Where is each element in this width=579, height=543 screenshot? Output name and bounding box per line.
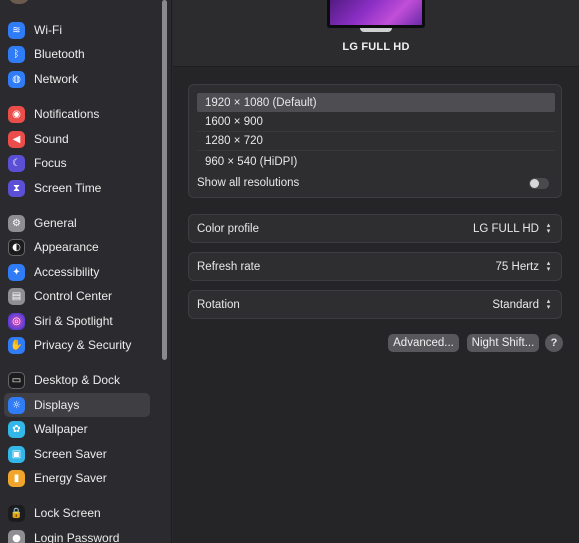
sidebar-item-label: Appearance bbox=[34, 240, 99, 254]
sidebar-item-label: Privacy & Security bbox=[34, 338, 132, 352]
sidebar-item-label: General bbox=[34, 216, 77, 230]
sidebar-item-label: Wallpaper bbox=[34, 422, 88, 436]
refresh-rate-select[interactable]: 75 Hertz ▴ ▾ bbox=[496, 260, 553, 273]
rotation-value: Standard bbox=[492, 298, 539, 311]
rotation-row[interactable]: Rotation Standard ▴ ▾ bbox=[188, 290, 562, 319]
hourglass-icon: ⧗ bbox=[8, 179, 25, 197]
sidebar-item-sound[interactable]: ◀ Sound bbox=[4, 127, 150, 151]
screen-saver-icon: ▣ bbox=[8, 445, 25, 463]
resolution-option[interactable]: 1280 × 720 bbox=[197, 132, 555, 151]
resolution-option[interactable]: 960 × 540 (HiDPI) bbox=[197, 152, 555, 171]
chevron-up-down-icon: ▴ ▾ bbox=[546, 259, 551, 273]
sidebar-item-displays[interactable]: ☼ Displays bbox=[4, 393, 150, 417]
monitor-icon[interactable] bbox=[327, 0, 425, 28]
sidebar-item-label: Accessibility bbox=[34, 265, 100, 279]
display-preview-area: LG FULL HD bbox=[173, 0, 579, 67]
sidebar-item-general[interactable]: ⚙ General bbox=[4, 211, 150, 235]
rotation-select[interactable]: Standard ▴ ▾ bbox=[492, 298, 553, 311]
rotation-label: Rotation bbox=[197, 298, 240, 311]
resolution-option[interactable]: 1920 × 1080 (Default) bbox=[197, 93, 555, 112]
monitor-stand bbox=[360, 28, 392, 32]
appearance-icon: ◐ bbox=[8, 238, 25, 256]
battery-icon: ▮ bbox=[8, 469, 25, 487]
sidebar-item-label: Lock Screen bbox=[34, 506, 101, 520]
sidebar-item-screen-time[interactable]: ⧗ Screen Time bbox=[4, 176, 150, 200]
sidebar-item-label: Network bbox=[34, 72, 79, 86]
color-profile-select[interactable]: LG FULL HD ▴ ▾ bbox=[473, 222, 553, 235]
sidebar-item-lock-screen[interactable]: 🔒 Lock Screen bbox=[4, 501, 150, 525]
moon-icon: ☾ bbox=[8, 154, 25, 172]
sidebar-item-energy-saver[interactable]: ▮ Energy Saver bbox=[4, 466, 150, 490]
siri-icon: ◎ bbox=[8, 312, 25, 330]
sidebar-item-desktop-dock[interactable]: ▭ Desktop & Dock bbox=[4, 368, 150, 392]
advanced-button[interactable]: Advanced... bbox=[388, 334, 459, 352]
color-profile-value: LG FULL HD bbox=[472, 222, 539, 235]
sidebar-item-label: Desktop & Dock bbox=[34, 373, 121, 387]
sidebar-item-screen-saver[interactable]: ▣ Screen Saver bbox=[4, 442, 150, 466]
accessibility-icon: ✦ bbox=[8, 263, 25, 281]
sidebar-item-label: Sound bbox=[34, 132, 69, 146]
help-button[interactable]: ? bbox=[545, 334, 563, 352]
sidebar-item-notifications[interactable]: ◉ Notifications bbox=[4, 102, 150, 126]
color-profile-row[interactable]: Color profile LG FULL HD ▴ ▾ bbox=[188, 214, 562, 243]
sidebar-item-label: Wi-Fi bbox=[34, 23, 62, 37]
refresh-rate-value: 75 Hertz bbox=[495, 260, 539, 273]
sidebar-item-label: Siri & Spotlight bbox=[34, 314, 113, 328]
resolution-panel: 1920 × 1080 (Default) 1600 × 900 1280 × … bbox=[188, 84, 562, 198]
wallpaper-icon: ✿ bbox=[8, 420, 25, 438]
resolution-option[interactable]: 1600 × 900 bbox=[197, 113, 555, 132]
night-shift-button[interactable]: Night Shift... bbox=[467, 334, 539, 352]
sidebar-item-bluetooth[interactable]: ᛒ Bluetooth bbox=[4, 42, 150, 66]
lock-icon: 🔒 bbox=[8, 504, 25, 522]
sidebar-item-wallpaper[interactable]: ✿ Wallpaper bbox=[4, 417, 150, 441]
show-all-resolutions-label: Show all resolutions bbox=[197, 177, 300, 189]
sidebar-item-label: Control Center bbox=[34, 289, 113, 303]
avatar[interactable] bbox=[8, 0, 30, 4]
refresh-rate-row[interactable]: Refresh rate 75 Hertz ▴ ▾ bbox=[188, 252, 562, 281]
sidebar: ≋ Wi-Fi ᛒ Bluetooth ◍ Network ◉ Notifica… bbox=[0, 0, 172, 543]
sidebar-scrollbar[interactable] bbox=[162, 0, 167, 360]
password-icon: ● bbox=[8, 529, 25, 543]
speaker-icon: ◀ bbox=[8, 130, 25, 148]
wifi-icon: ≋ bbox=[8, 21, 25, 39]
display-name: LG FULL HD bbox=[342, 41, 410, 53]
show-all-resolutions-toggle[interactable] bbox=[529, 178, 549, 189]
sidebar-item-label: Bluetooth bbox=[34, 47, 85, 61]
bell-icon: ◉ bbox=[8, 105, 25, 123]
sidebar-item-siri-spotlight[interactable]: ◎ Siri & Spotlight bbox=[4, 309, 150, 333]
sun-icon: ☼ bbox=[8, 396, 25, 414]
sidebar-item-login-password[interactable]: ● Login Password bbox=[4, 526, 150, 543]
sidebar-item-control-center[interactable]: ▤ Control Center bbox=[4, 284, 150, 308]
color-profile-label: Color profile bbox=[197, 222, 259, 235]
gear-icon: ⚙ bbox=[8, 214, 25, 232]
refresh-rate-label: Refresh rate bbox=[197, 260, 261, 273]
sidebar-item-label: Energy Saver bbox=[34, 471, 107, 485]
dock-icon: ▭ bbox=[8, 371, 25, 389]
sidebar-item-privacy-security[interactable]: ✋ Privacy & Security bbox=[4, 333, 150, 357]
globe-icon: ◍ bbox=[8, 70, 25, 88]
sidebar-item-appearance[interactable]: ◐ Appearance bbox=[4, 235, 150, 259]
sidebar-item-label: Screen Saver bbox=[34, 447, 107, 461]
hand-icon: ✋ bbox=[8, 336, 25, 354]
sidebar-item-label: Login Password bbox=[34, 531, 120, 543]
control-center-icon: ▤ bbox=[8, 287, 25, 305]
sidebar-item-label: Screen Time bbox=[34, 181, 102, 195]
toggle-knob bbox=[530, 179, 539, 188]
bluetooth-icon: ᛒ bbox=[8, 45, 25, 63]
sidebar-item-network[interactable]: ◍ Network bbox=[4, 67, 150, 91]
sidebar-item-focus[interactable]: ☾ Focus bbox=[4, 151, 150, 175]
sidebar-item-label: Displays bbox=[34, 398, 80, 412]
sidebar-item-accessibility[interactable]: ✦ Accessibility bbox=[4, 260, 150, 284]
sidebar-item-label: Notifications bbox=[34, 107, 100, 121]
chevron-up-down-icon: ▴ ▾ bbox=[546, 221, 551, 235]
displays-pane: LG FULL HD 1920 × 1080 (Default) 1600 × … bbox=[173, 0, 579, 543]
chevron-up-down-icon: ▴ ▾ bbox=[546, 297, 551, 311]
sidebar-item-wifi[interactable]: ≋ Wi-Fi bbox=[4, 18, 150, 42]
sidebar-item-label: Focus bbox=[34, 156, 67, 170]
